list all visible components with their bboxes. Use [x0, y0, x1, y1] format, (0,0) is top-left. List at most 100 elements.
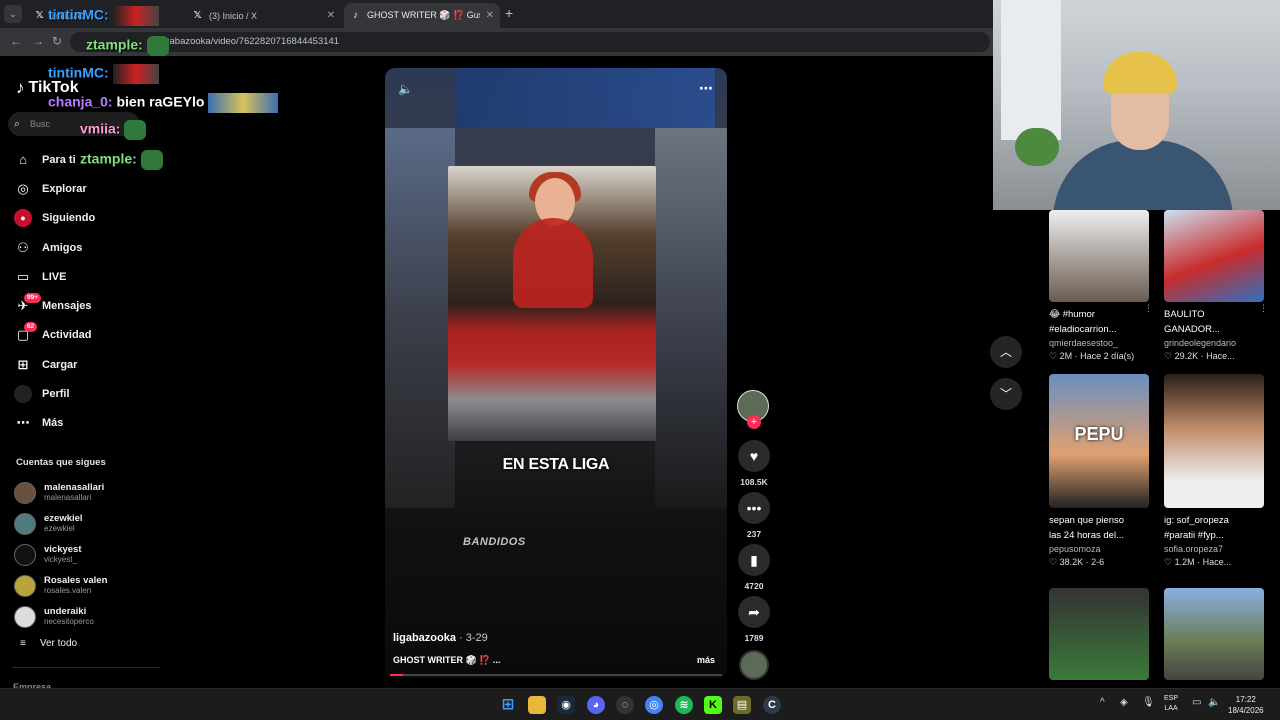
suggested-video[interactable]: ig: sof_oropeza #paratii #fyp... sofia.o…	[1164, 374, 1264, 569]
taskbar: ⊞ ◉ ◕ ◌ ◎ ≋ K ▤ C ^ ◈ 🎙 ESP LAA ▭ 🔈 17:2…	[0, 688, 1280, 720]
network-icon[interactable]: ▭	[1192, 697, 1201, 708]
suggested-video[interactable]: PEPU sepan que pienso las 24 horas del..…	[1049, 374, 1149, 569]
suggested-video[interactable]	[1164, 588, 1264, 680]
sidebar-item-label: LIVE	[42, 270, 67, 283]
list-icon: ≡	[20, 638, 26, 649]
sidebar-item-explorar[interactable]: ◎ Explorar	[14, 174, 95, 203]
sidebar-item-mensajes[interactable]: ✈ 99+ Mensajes	[14, 291, 95, 320]
obs-icon[interactable]: ◌	[616, 696, 634, 714]
chevron-up-icon[interactable]: ^	[1100, 697, 1105, 708]
account-handle: necesitoperco	[44, 616, 94, 626]
bookmark-icon[interactable]: ▮	[738, 544, 770, 576]
forward-icon[interactable]: →	[32, 34, 44, 48]
suggestion-author: qmierdaesestoo_	[1049, 338, 1119, 348]
sidebar-item-cargar[interactable]: ⊞ Cargar	[14, 350, 95, 379]
more-options-icon[interactable]: ⋮	[1259, 303, 1268, 314]
suggested-video[interactable]: BAULITO GANADOR... grindeolegendario ♡ 2…	[1164, 210, 1268, 363]
discord-icon[interactable]: ◕	[587, 696, 605, 714]
save-action[interactable]: ▮ 4720	[737, 544, 771, 596]
sidebar-item-perfil[interactable]: Perfil	[14, 379, 95, 408]
sidebar-item-live[interactable]: ▭ LIVE	[14, 262, 95, 291]
following-list: malenasallari malenasallari ezewkiel ezewk…	[14, 478, 107, 632]
video-thumbnail[interactable]	[1164, 588, 1264, 680]
see-all-button[interactable]: ≡ Ver todo	[20, 638, 77, 649]
video-progress-bar[interactable]	[390, 674, 722, 676]
suggested-video[interactable]: 😂 #humor #eladiocarrion... qmierdaesesto…	[1049, 210, 1153, 363]
chat-user: ztample:	[80, 150, 137, 167]
chevron-down-icon[interactable]: ﹀	[990, 378, 1022, 410]
messages-icon: ✈ 99+	[14, 293, 42, 315]
following-item[interactable]: vickyest vickyest_	[14, 540, 107, 571]
more-link[interactable]: más	[697, 655, 715, 665]
video-player[interactable]: EN ESTA LIGA BANDIDOS 🔈 ⋯ ligabazooka · …	[385, 68, 727, 678]
reload-icon[interactable]: ↻	[52, 34, 62, 48]
back-icon[interactable]: ←	[10, 34, 22, 48]
chat-user: chanja_0:	[48, 93, 113, 110]
suggestion-title: #paratii #fyp...	[1164, 530, 1224, 541]
volume-icon[interactable]: 🔈	[398, 82, 413, 96]
file-explorer-icon[interactable]	[528, 696, 546, 714]
share-action[interactable]: ➦ 1789	[737, 596, 771, 648]
video-thumbnail[interactable]	[1049, 588, 1149, 680]
windows-start-icon[interactable]: ⊞	[499, 696, 517, 714]
sidebar-item-mas[interactable]: ⋯ Más	[14, 409, 95, 438]
sidebar-item-label: Para ti	[42, 153, 76, 166]
kick-icon[interactable]: K	[704, 696, 722, 714]
url-field[interactable]: ligabazooka/video/7622820716844453141	[70, 32, 990, 52]
comment-icon[interactable]: •••	[738, 492, 770, 524]
video-thumbnail[interactable]: PEPU	[1049, 374, 1149, 508]
tab-search-button[interactable]: ⌄	[4, 5, 22, 23]
following-item[interactable]: ezewkiel ezewkiel	[14, 509, 107, 540]
sidebar-item-actividad[interactable]: ▢ 62 Actividad	[14, 321, 95, 350]
language-indicator[interactable]: ESP LAA	[1164, 694, 1178, 714]
tab-tiktok-video[interactable]: ♪ GHOST WRITER 🎲 ⁉️ Gus ✕	[344, 3, 500, 28]
more-icon: ⋯	[16, 415, 30, 431]
following-item[interactable]: malenasallari malenasallari	[14, 478, 107, 509]
app-icon[interactable]: ▤	[733, 696, 751, 714]
close-icon[interactable]: ✕	[327, 10, 335, 21]
following-item[interactable]: Rosales valen rosales.valen	[14, 570, 107, 601]
new-tab-button[interactable]: +	[505, 5, 513, 21]
webcam-background	[1001, 0, 1061, 140]
sidebar-item-label: Actividad	[42, 329, 92, 342]
follow-plus-icon[interactable]: +	[747, 415, 761, 429]
suggestion-title: GANADOR...	[1164, 324, 1220, 335]
app-icon[interactable]: C	[763, 696, 781, 714]
avatar	[14, 574, 36, 597]
video-thumbnail[interactable]	[1164, 374, 1264, 508]
like-action[interactable]: ♥ 108.5K	[737, 440, 771, 492]
video-thumbnail[interactable]	[1164, 210, 1264, 302]
suggested-video[interactable]	[1049, 588, 1149, 680]
security-icon[interactable]: ◈	[1120, 697, 1128, 708]
more-options-icon[interactable]: ⋮	[1144, 303, 1153, 314]
chevron-up-icon[interactable]: ︿	[990, 336, 1022, 368]
comment-action[interactable]: ••• 237	[737, 492, 771, 544]
creator-avatar[interactable]: +	[737, 390, 769, 429]
system-clock[interactable]: 17:22 18/4/2026	[1228, 694, 1264, 716]
video-thumbnail[interactable]	[1049, 210, 1149, 302]
following-item[interactable]: underaiki necesitoperco	[14, 601, 107, 632]
tab-x-home[interactable]: 𝕏 (3) Inicio / X ✕	[186, 3, 341, 28]
suggestion-author: pepusomoza	[1049, 544, 1101, 554]
sidebar-item-amigos[interactable]: ⚇ Amigos	[14, 233, 95, 262]
music-disc-icon[interactable]	[739, 650, 769, 680]
account-name: ezewkiel	[44, 513, 83, 525]
account-handle: vickyest_	[44, 554, 77, 564]
suggestion-title: BAULITO	[1164, 309, 1205, 320]
close-icon[interactable]: ✕	[486, 10, 494, 21]
video-author[interactable]: ligabazooka · 3-29	[393, 632, 488, 644]
more-options-icon[interactable]: ⋯	[699, 80, 713, 97]
sidebar-item-siguiendo[interactable]: ● Siguiendo	[14, 204, 95, 233]
volume-icon[interactable]: 🔈	[1208, 697, 1220, 708]
frog-plush	[1015, 128, 1059, 166]
share-count: 1789	[744, 633, 764, 643]
chrome-icon[interactable]: ◎	[645, 696, 663, 714]
emote-icon	[112, 64, 159, 84]
share-icon[interactable]: ➦	[738, 596, 770, 628]
comment-count: 237	[746, 529, 762, 539]
spotify-icon[interactable]: ≋	[675, 696, 693, 714]
steam-icon[interactable]: ◉	[557, 696, 575, 714]
heart-icon[interactable]: ♥	[738, 440, 770, 472]
microphone-icon[interactable]: 🎙	[1142, 697, 1155, 708]
suggestion-title: las 24 horas del...	[1049, 530, 1124, 541]
